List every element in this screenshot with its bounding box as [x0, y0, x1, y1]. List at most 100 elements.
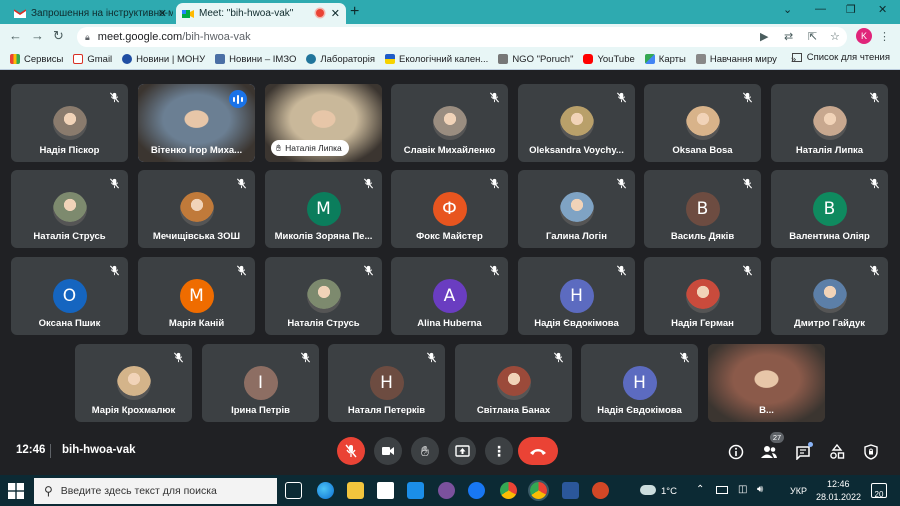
participant-name: Надія Піскор — [39, 145, 100, 156]
bookmark-imzo[interactable]: Новини – ІМЗО — [215, 54, 296, 65]
reload-icon[interactable]: ↻ — [53, 28, 64, 44]
participants-button[interactable] — [759, 442, 779, 462]
present-screen-button[interactable] — [448, 437, 476, 465]
microphone-toggle-button[interactable] — [337, 437, 365, 465]
chat-button[interactable] — [793, 442, 813, 462]
participant-tile[interactable]: М Миколів Зоряна Пе... — [265, 170, 382, 248]
minimize-button[interactable]: — — [815, 3, 826, 15]
participant-tile[interactable]: Наталія Струсь — [11, 170, 128, 248]
participant-avatar: В — [812, 192, 847, 226]
chrome-icon[interactable] — [500, 482, 517, 499]
bookmark-ngo[interactable]: NGO "Poruch" — [498, 54, 573, 65]
bookmark-services[interactable]: Сервисы — [10, 54, 63, 65]
system-time[interactable]: 12:46 — [827, 479, 850, 489]
ukraine-flag-icon — [385, 54, 396, 64]
taskbar-search-box[interactable]: ⚲ Введите здесь текст для поиска — [34, 478, 277, 504]
tab-meet[interactable]: Meet: "bih-hwoa-vak" ✕ — [176, 3, 346, 24]
system-date[interactable]: 28.01.2022 — [816, 492, 861, 502]
close-tab-icon[interactable]: ✕ — [331, 7, 340, 20]
tab-gmail[interactable]: Запрошення на інструктивно-м ✕ — [8, 3, 173, 24]
activities-button[interactable] — [827, 442, 847, 462]
participant-tile[interactable]: Світлана Банах — [455, 344, 572, 422]
leave-call-button[interactable] — [518, 437, 558, 465]
bookmark-star-icon[interactable]: ☆ — [830, 30, 840, 43]
bookmark-mon[interactable]: Новини | МОНУ — [122, 54, 205, 65]
participant-tile[interactable]: М Марія Каній — [138, 257, 255, 335]
powerpoint-icon[interactable] — [592, 482, 609, 499]
participant-tile[interactable]: О Оксана Пшик — [11, 257, 128, 335]
participant-tile[interactable]: В... — [708, 344, 825, 422]
more-options-button[interactable]: ⋮ — [485, 437, 513, 465]
network-icon[interactable]: ◫ — [738, 484, 747, 495]
close-tab-icon[interactable]: ✕ — [158, 7, 167, 20]
task-view-icon[interactable] — [285, 482, 302, 499]
bookmark-lab[interactable]: Лабораторія — [306, 54, 375, 65]
participant-tile[interactable]: ✋︎ Наталія Липка — [265, 84, 382, 162]
profile-avatar[interactable]: K — [856, 28, 872, 44]
address-bar[interactable]: 🔒︎ meet.google.com/bih-hwoa-vak — [77, 27, 847, 47]
participant-tile[interactable]: Oleksandra Voychy... — [518, 84, 635, 162]
apps-grid-icon — [10, 54, 20, 64]
chrome-active-icon[interactable] — [530, 482, 547, 499]
bookmark-youtube[interactable]: YouTube — [583, 54, 635, 65]
participant-tile[interactable]: Н Наталя Петерків — [328, 344, 445, 422]
word-icon[interactable] — [562, 482, 579, 499]
restore-button[interactable]: ❐ — [846, 3, 856, 16]
close-window-button[interactable]: ✕ — [878, 3, 887, 16]
menu-icon[interactable]: ⋮ — [879, 30, 890, 43]
participant-tile[interactable]: Oksana Bosa — [644, 84, 761, 162]
windows-start-button[interactable] — [8, 483, 24, 499]
participant-tile[interactable]: Дмитро Гайдук — [771, 257, 888, 335]
share-icon[interactable]: ⇱ — [808, 30, 817, 43]
participant-name: Наталія Струсь — [287, 318, 360, 329]
volume-icon[interactable]: 🔊︎ — [757, 484, 763, 495]
bookmark-maps[interactable]: Карты — [644, 54, 686, 65]
edge-icon[interactable] — [317, 482, 334, 499]
back-icon[interactable]: ← — [9, 28, 22, 43]
notification-center-icon[interactable]: 20 — [871, 483, 887, 499]
meeting-details-button[interactable] — [726, 442, 746, 462]
bookmark-eco[interactable]: Екологічний кален... — [385, 54, 488, 65]
participant-tile[interactable]: Надія Піскор — [11, 84, 128, 162]
host-controls-button[interactable] — [861, 442, 881, 462]
participant-tile[interactable]: Славік Михайленко — [391, 84, 508, 162]
facebook-icon[interactable] — [468, 482, 485, 499]
camera-icon[interactable]: ▶︎ — [760, 30, 768, 43]
bookmark-peace[interactable]: Навчання миру — [695, 54, 777, 65]
participant-tile[interactable]: І Ірина Петрів — [202, 344, 319, 422]
unread-dot — [808, 442, 813, 447]
tab-search-icon[interactable]: ⌄ — [783, 3, 792, 16]
reading-list-button[interactable]: Список для чтения — [791, 52, 890, 63]
mic-off-icon — [489, 178, 500, 189]
browser-tab-bar: Запрошення на інструктивно-м ✕ Meet: "bi… — [0, 0, 900, 24]
battery-icon[interactable] — [716, 486, 728, 494]
participant-name: В... — [759, 405, 774, 416]
show-hidden-icons[interactable]: ⌃ — [696, 484, 704, 495]
mic-off-icon — [173, 352, 184, 363]
mail-icon[interactable] — [407, 482, 424, 499]
participant-tile[interactable]: Галина Логін — [518, 170, 635, 248]
participant-tile[interactable]: В Василь Дяків — [644, 170, 761, 248]
participant-tile[interactable]: Надія Герман — [644, 257, 761, 335]
participant-tile[interactable]: Н Надія Євдокімова — [581, 344, 698, 422]
camera-toggle-button[interactable] — [374, 437, 402, 465]
viber-icon[interactable] — [438, 482, 455, 499]
input-language[interactable]: УКР — [790, 486, 807, 496]
participant-tile[interactable]: Ф Фокс Майстер — [391, 170, 508, 248]
participant-tile[interactable]: Вітенко Ігор Миха... — [138, 84, 255, 162]
bookmark-gmail[interactable]: Gmail — [73, 54, 112, 65]
file-explorer-icon[interactable] — [347, 482, 364, 499]
participant-tile[interactable]: Наталія Струсь — [265, 257, 382, 335]
new-tab-button[interactable]: + — [350, 3, 359, 21]
participant-tile[interactable]: Н Надія Євдокімова — [518, 257, 635, 335]
participant-tile[interactable]: Марія Крохмалюк — [75, 344, 192, 422]
translate-icon[interactable]: ⇄ — [784, 30, 793, 43]
participant-tile[interactable]: Мечищівська ЗОШ — [138, 170, 255, 248]
raise-hand-button[interactable]: ✋︎ — [411, 437, 439, 465]
participant-tile[interactable]: A Alina Huberna — [391, 257, 508, 335]
mic-off-icon — [109, 92, 120, 103]
participant-tile[interactable]: Наталія Липка — [771, 84, 888, 162]
participant-tile[interactable]: В Валентина Оліяр — [771, 170, 888, 248]
forward-icon[interactable]: → — [31, 28, 44, 43]
store-icon[interactable] — [377, 482, 394, 499]
